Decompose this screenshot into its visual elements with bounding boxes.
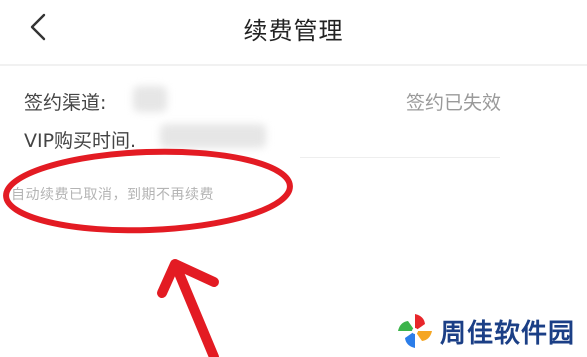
purchase-time-label: VIP购买时间. bbox=[24, 130, 137, 152]
row-divider bbox=[300, 157, 500, 158]
status-badge: 签约已失效 bbox=[405, 92, 501, 114]
watermark: 周佳软件园 bbox=[394, 310, 575, 352]
channel-label: 签约渠道: bbox=[24, 92, 107, 114]
pinwheel-logo-icon bbox=[398, 314, 432, 348]
header-divider bbox=[0, 64, 587, 66]
watermark-text: 周佳软件园 bbox=[440, 318, 576, 349]
channel-value-redacted bbox=[133, 86, 167, 112]
nav-bar: 续费管理 bbox=[0, 0, 587, 60]
purchase-time-value-redacted bbox=[160, 124, 266, 148]
arrow-icon bbox=[157, 259, 219, 357]
auto-renew-notice: 自动续费已取消，到期不再续费 bbox=[11, 187, 214, 203]
page-title: 续费管理 bbox=[243, 17, 344, 45]
